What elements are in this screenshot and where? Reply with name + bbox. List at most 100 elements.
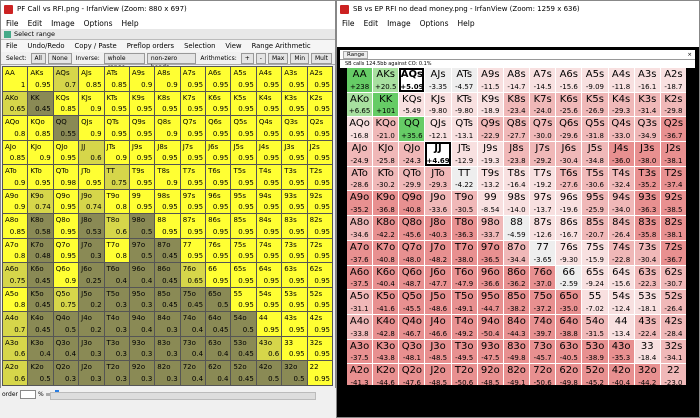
- ev-cell-K4o[interactable]: K4o -42.8: [373, 314, 399, 339]
- ev-cell-A7s[interactable]: A7s -14.5: [530, 68, 556, 92]
- ev-cell-A8s[interactable]: A8s -14.7: [503, 68, 530, 92]
- ev-cell-65s[interactable]: 65s -9.24: [582, 265, 608, 290]
- whole-range-button[interactable]: whole range: [103, 52, 145, 71]
- ev-cell-Q8o[interactable]: Q8o -45.6: [399, 216, 425, 240]
- ev-cell-42s[interactable]: 42s -28.4: [660, 314, 686, 339]
- ev-cell-83s[interactable]: 83s -35.8: [634, 216, 660, 240]
- range-cell-Q5s[interactable]: Q5s 0.95: [231, 116, 256, 140]
- range-cell-J7s[interactable]: J7s 0.95: [180, 140, 206, 164]
- range-cell-J8o[interactable]: J8o 0.53: [79, 214, 104, 238]
- ev-cell-A2s[interactable]: A2s -18.7: [660, 68, 686, 92]
- range-cell-J2s[interactable]: J2s 0.95: [307, 140, 332, 164]
- menu-edit[interactable]: Edit: [28, 19, 43, 28]
- range-cell-42s[interactable]: 42s 0.95: [307, 312, 332, 336]
- ev-cell-KJo[interactable]: KJo -25.8: [373, 142, 399, 166]
- range-cell-J2o[interactable]: J2o 0.3: [79, 361, 104, 385]
- ev-cell-QJo[interactable]: QJo -24.3: [399, 142, 425, 166]
- ev-cell-T9s[interactable]: T9s -13.2: [477, 166, 503, 191]
- range-cell-Q7s[interactable]: Q7s 0.95: [180, 116, 206, 140]
- menu-options[interactable]: Options: [420, 19, 449, 28]
- menu-help[interactable]: Help: [458, 19, 475, 28]
- ev-cell-AQo[interactable]: AQo -16.8: [347, 117, 373, 142]
- range-cell-A9s[interactable]: A9s 0.9: [129, 67, 155, 91]
- ev-cell-J7s[interactable]: J7s -29.2: [530, 142, 556, 166]
- range-cell-Q6o[interactable]: Q6o 0.9: [53, 263, 79, 287]
- range-cell-T2s[interactable]: T2s 0.95: [307, 165, 332, 189]
- ev-cell-98o[interactable]: 98o -33.7: [477, 216, 503, 240]
- ev-cell-AQs[interactable]: AQs +5.09: [399, 68, 425, 92]
- ev-cell-JJ[interactable]: JJ +4.69: [425, 142, 451, 166]
- range-cell-Q6s[interactable]: Q6s 0.95: [206, 116, 231, 140]
- ev-cell-T7s[interactable]: T7s -19.2: [530, 166, 556, 191]
- range-cell-A8s[interactable]: A8s 0.9: [155, 67, 180, 91]
- range-cell-T5s[interactable]: T5s 0.95: [231, 165, 256, 189]
- ev-cell-96s[interactable]: 96s -19.6: [556, 191, 582, 216]
- range-cell-Q3o[interactable]: Q3o 0.4: [53, 336, 79, 360]
- range-cell-JJ[interactable]: JJ 0.6: [79, 140, 104, 164]
- range-cell-K9o[interactable]: K9o 0.74: [28, 189, 53, 213]
- ev-cell-K6o[interactable]: K6o -40.4: [373, 265, 399, 290]
- range-cell-42o[interactable]: 42o 0.5: [256, 361, 282, 385]
- range-cell-22[interactable]: 22 0.95: [307, 361, 332, 385]
- ev-cell-93o[interactable]: 93o -47.5: [477, 339, 503, 364]
- range-cell-72s[interactable]: 72s 0.95: [307, 238, 332, 262]
- range-cell-T6o[interactable]: T6o 0.4: [104, 263, 129, 287]
- range-cell-99[interactable]: 99 0.95: [129, 189, 155, 213]
- ev-cell-T8o[interactable]: T8o -36.3: [451, 216, 477, 240]
- ev-cell-K7s[interactable]: K7s -24.0: [530, 92, 556, 117]
- ev-cell-92s[interactable]: 92s -38.5: [660, 191, 686, 216]
- ev-cell-QTs[interactable]: QTs -13.1: [451, 117, 477, 142]
- range-cell-A5s[interactable]: A5s 0.95: [231, 67, 256, 91]
- menu-image[interactable]: Image: [387, 19, 411, 28]
- ev-cell-Q3s[interactable]: Q3s -34.9: [634, 117, 660, 142]
- range-cell-T4o[interactable]: T4o 0.3: [104, 312, 129, 336]
- ev-cell-J8o[interactable]: J8o -40.3: [425, 216, 451, 240]
- ev-cell-JTo[interactable]: JTo -29.3: [425, 166, 451, 191]
- range-cell-64o[interactable]: 64o 0.45: [206, 312, 231, 336]
- order-input[interactable]: [20, 390, 36, 399]
- ev-cell-A3o[interactable]: A3o -37.5: [347, 339, 373, 364]
- ev-cell-K9o[interactable]: K9o -36.8: [373, 191, 399, 216]
- ev-cell-73s[interactable]: 73s -30.4: [634, 240, 660, 265]
- ev-cell-Q2s[interactable]: Q2s -36.7: [660, 117, 686, 142]
- ev-cell-95o[interactable]: 95o -44.7: [477, 290, 503, 314]
- range-cell-A4o[interactable]: A4o 0.7: [3, 312, 28, 336]
- ev-cell-62s[interactable]: 62s -30.7: [660, 265, 686, 290]
- menu-file[interactable]: File: [342, 19, 355, 28]
- ev-cell-64o[interactable]: 64o -38.8: [556, 314, 582, 339]
- range-cell-76o[interactable]: 76o 0.65: [180, 263, 206, 287]
- ev-cell-Q5o[interactable]: Q5o -45.5: [399, 290, 425, 314]
- range-cell-K7s[interactable]: K7s 0.95: [180, 91, 206, 115]
- range-cell-85s[interactable]: 85s 0.95: [231, 214, 256, 238]
- ev-cell-32s[interactable]: 32s -34.1: [660, 339, 686, 364]
- ev-cell-J3o[interactable]: J3o -48.5: [425, 339, 451, 364]
- ev-cell-76o[interactable]: 76o -37.0: [530, 265, 556, 290]
- range-cell-KQs[interactable]: KQs 0.85: [53, 91, 79, 115]
- range-cell-Q3s[interactable]: Q3s 0.95: [282, 116, 307, 140]
- range-cell-96s[interactable]: 96s 0.95: [206, 189, 231, 213]
- range-cell-52o[interactable]: 52o 0.45: [231, 361, 256, 385]
- ev-cell-65o[interactable]: 65o -35.0: [556, 290, 582, 314]
- range-cell-TT[interactable]: TT 0.75: [104, 165, 129, 189]
- ev-cell-K2s[interactable]: K2s -29.8: [660, 92, 686, 117]
- ev-cell-ATo[interactable]: ATo -28.6: [347, 166, 373, 191]
- ev-cell-K9s[interactable]: K9s -18.9: [477, 92, 503, 117]
- minus-button[interactable]: -: [255, 52, 266, 64]
- ev-cell-33[interactable]: 33 -18.4: [634, 339, 660, 364]
- submenu-selection[interactable]: Selection: [184, 42, 215, 50]
- range-cell-Q8o[interactable]: Q8o 0.95: [53, 214, 79, 238]
- range-cell-74o[interactable]: 74o 0.4: [180, 312, 206, 336]
- ev-cell-AKs[interactable]: AKs +20.5: [373, 68, 399, 92]
- range-cell-64s[interactable]: 64s 0.95: [256, 263, 282, 287]
- ev-cell-A5s[interactable]: A5s -9.09: [582, 68, 608, 92]
- range-cell-K7o[interactable]: K7o 0.48: [28, 238, 53, 262]
- ev-cell-T5s[interactable]: T5s -30.6: [582, 166, 608, 191]
- ev-cell-Q7o[interactable]: Q7o -48.0: [399, 240, 425, 265]
- range-cell-94o[interactable]: 94o 0.4: [129, 312, 155, 336]
- ev-cell-T8s[interactable]: T8s -16.4: [503, 166, 530, 191]
- range-cell-86s[interactable]: 86s 0.95: [206, 214, 231, 238]
- range-cell-KJo[interactable]: KJo 0.9: [28, 140, 53, 164]
- ev-cell-73o[interactable]: 73o -45.7: [530, 339, 556, 364]
- ev-cell-Q7s[interactable]: Q7s -30.0: [530, 117, 556, 142]
- range-cell-A7o[interactable]: A7o 0.8: [3, 238, 28, 262]
